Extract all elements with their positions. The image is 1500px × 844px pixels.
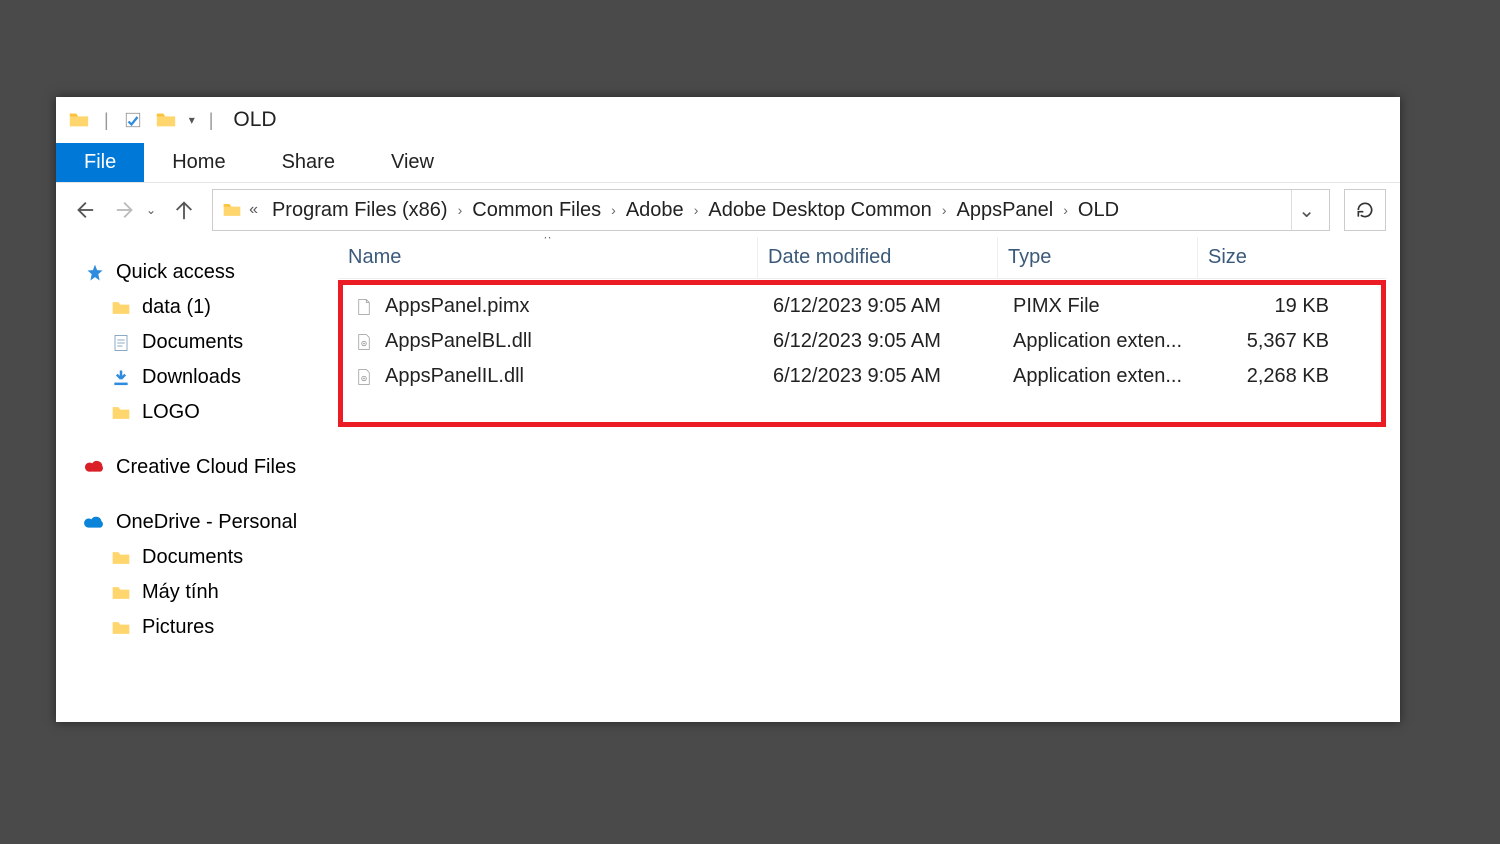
folder-icon (68, 109, 90, 131)
separator: | (209, 110, 214, 131)
separator: | (104, 110, 109, 131)
folder-icon (110, 547, 132, 569)
file-size: 2,268 KB (1203, 365, 1333, 388)
chevron-right-icon: › (1063, 202, 1068, 218)
refresh-button[interactable] (1344, 189, 1386, 231)
file-name: AppsPanelIL.dll (385, 365, 524, 388)
file-list: Name ˄ Date modified Type Size AppsPanel… (338, 237, 1400, 722)
sidebar-creative-cloud[interactable]: Creative Cloud Files (84, 450, 338, 485)
sidebar-item-label: Creative Cloud Files (116, 456, 296, 479)
sidebar-item-od-pictures[interactable]: Pictures (84, 610, 338, 645)
sidebar-item-label: Documents (142, 331, 243, 354)
tab-home[interactable]: Home (144, 143, 253, 182)
ribbon-tabs: File Home Share View (56, 143, 1400, 183)
navbar: ⌄ « Program Files (x86) › Common Files ›… (56, 183, 1400, 237)
file-size: 19 KB (1203, 295, 1333, 318)
breadcrumb-item[interactable]: Program Files (x86) (268, 197, 452, 224)
column-type[interactable]: Type (998, 237, 1198, 278)
explorer-window: | ▾ | OLD File Home Share View ⌄ (56, 97, 1400, 722)
dll-icon (353, 331, 375, 353)
forward-button[interactable] (112, 196, 140, 224)
sidebar-item-logo[interactable]: LOGO (84, 395, 338, 430)
column-name[interactable]: Name ˄ (338, 237, 758, 278)
column-label: Name (348, 246, 401, 269)
chevron-right-icon: › (942, 202, 947, 218)
breadcrumb-item[interactable]: Common Files (468, 197, 605, 224)
folder-small-icon[interactable] (155, 109, 177, 131)
file-type: PIMX File (1003, 295, 1203, 318)
sidebar: Quick access data (1) Documents Download… (56, 237, 338, 722)
highlight-box: AppsPanel.pimx 6/12/2023 9:05 AM PIMX Fi… (338, 280, 1386, 427)
chevron-right-icon: › (458, 202, 463, 218)
column-label: Size (1208, 246, 1247, 268)
file-row[interactable]: AppsPanel.pimx 6/12/2023 9:05 AM PIMX Fi… (343, 289, 1381, 324)
sidebar-item-od-computer[interactable]: Máy tính (84, 575, 338, 610)
recent-locations-dropdown[interactable]: ⌄ (146, 203, 156, 217)
explorer-body: Quick access data (1) Documents Download… (56, 237, 1400, 722)
sidebar-item-label: Quick access (116, 261, 235, 284)
tab-file[interactable]: File (56, 143, 144, 182)
breadcrumb-root-chevron-icon[interactable]: « (249, 201, 258, 219)
file-type: Application exten... (1003, 330, 1203, 353)
column-size[interactable]: Size (1198, 246, 1328, 269)
window-title: OLD (233, 108, 276, 132)
breadcrumb-item[interactable]: Adobe (622, 197, 688, 224)
qat-dropdown-icon[interactable]: ▾ (189, 113, 195, 127)
sidebar-item-label: Documents (142, 546, 243, 569)
sidebar-item-label: data (1) (142, 296, 211, 319)
file-date: 6/12/2023 9:05 AM (763, 365, 1003, 388)
folder-icon (110, 617, 132, 639)
up-button[interactable] (170, 196, 198, 224)
tab-share[interactable]: Share (254, 143, 363, 182)
breadcrumb-item[interactable]: Adobe Desktop Common (704, 197, 935, 224)
tab-view[interactable]: View (363, 143, 462, 182)
breadcrumb-item[interactable]: AppsPanel (952, 197, 1057, 224)
star-icon (84, 262, 106, 284)
address-dropdown-icon[interactable]: ⌄ (1291, 190, 1321, 230)
chevron-right-icon: › (694, 202, 699, 218)
column-label: Type (1008, 246, 1051, 269)
chevron-right-icon: › (611, 202, 616, 218)
sidebar-item-od-documents[interactable]: Documents (84, 540, 338, 575)
onedrive-icon (84, 512, 106, 534)
back-button[interactable] (70, 196, 98, 224)
breadcrumb-item[interactable]: OLD (1074, 197, 1123, 224)
file-row[interactable]: AppsPanelIL.dll 6/12/2023 9:05 AM Applic… (343, 359, 1381, 394)
sidebar-item-label: Pictures (142, 616, 214, 639)
sidebar-quick-access[interactable]: Quick access (84, 255, 338, 290)
folder-icon (110, 402, 132, 424)
sidebar-item-label: Downloads (142, 366, 241, 389)
sidebar-item-label: Máy tính (142, 581, 219, 604)
address-bar[interactable]: « Program Files (x86) › Common Files › A… (212, 189, 1330, 231)
file-icon (353, 296, 375, 318)
sidebar-item-label: OneDrive - Personal (116, 511, 297, 534)
sidebar-item-label: LOGO (142, 401, 200, 424)
sidebar-item-downloads[interactable]: Downloads (84, 360, 338, 395)
document-icon (110, 332, 132, 354)
dll-icon (353, 366, 375, 388)
folder-icon (110, 582, 132, 604)
file-size: 5,367 KB (1203, 330, 1333, 353)
file-type: Application exten... (1003, 365, 1203, 388)
creative-cloud-icon (84, 457, 106, 479)
sidebar-onedrive[interactable]: OneDrive - Personal (84, 505, 338, 540)
file-date: 6/12/2023 9:05 AM (763, 295, 1003, 318)
column-headers: Name ˄ Date modified Type Size (338, 237, 1386, 279)
file-date: 6/12/2023 9:05 AM (763, 330, 1003, 353)
file-row[interactable]: AppsPanelBL.dll 6/12/2023 9:05 AM Applic… (343, 324, 1381, 359)
file-name: AppsPanelBL.dll (385, 330, 532, 353)
file-name: AppsPanel.pimx (385, 295, 530, 318)
folder-icon (221, 199, 243, 221)
titlebar: | ▾ | OLD (56, 97, 1400, 143)
column-label: Date modified (768, 246, 891, 269)
sidebar-item-data[interactable]: data (1) (84, 290, 338, 325)
properties-icon[interactable] (123, 110, 143, 130)
column-date[interactable]: Date modified (758, 237, 998, 278)
sort-asc-icon: ˄ (544, 237, 551, 243)
sidebar-item-documents[interactable]: Documents (84, 325, 338, 360)
download-icon (110, 367, 132, 389)
folder-icon (110, 297, 132, 319)
